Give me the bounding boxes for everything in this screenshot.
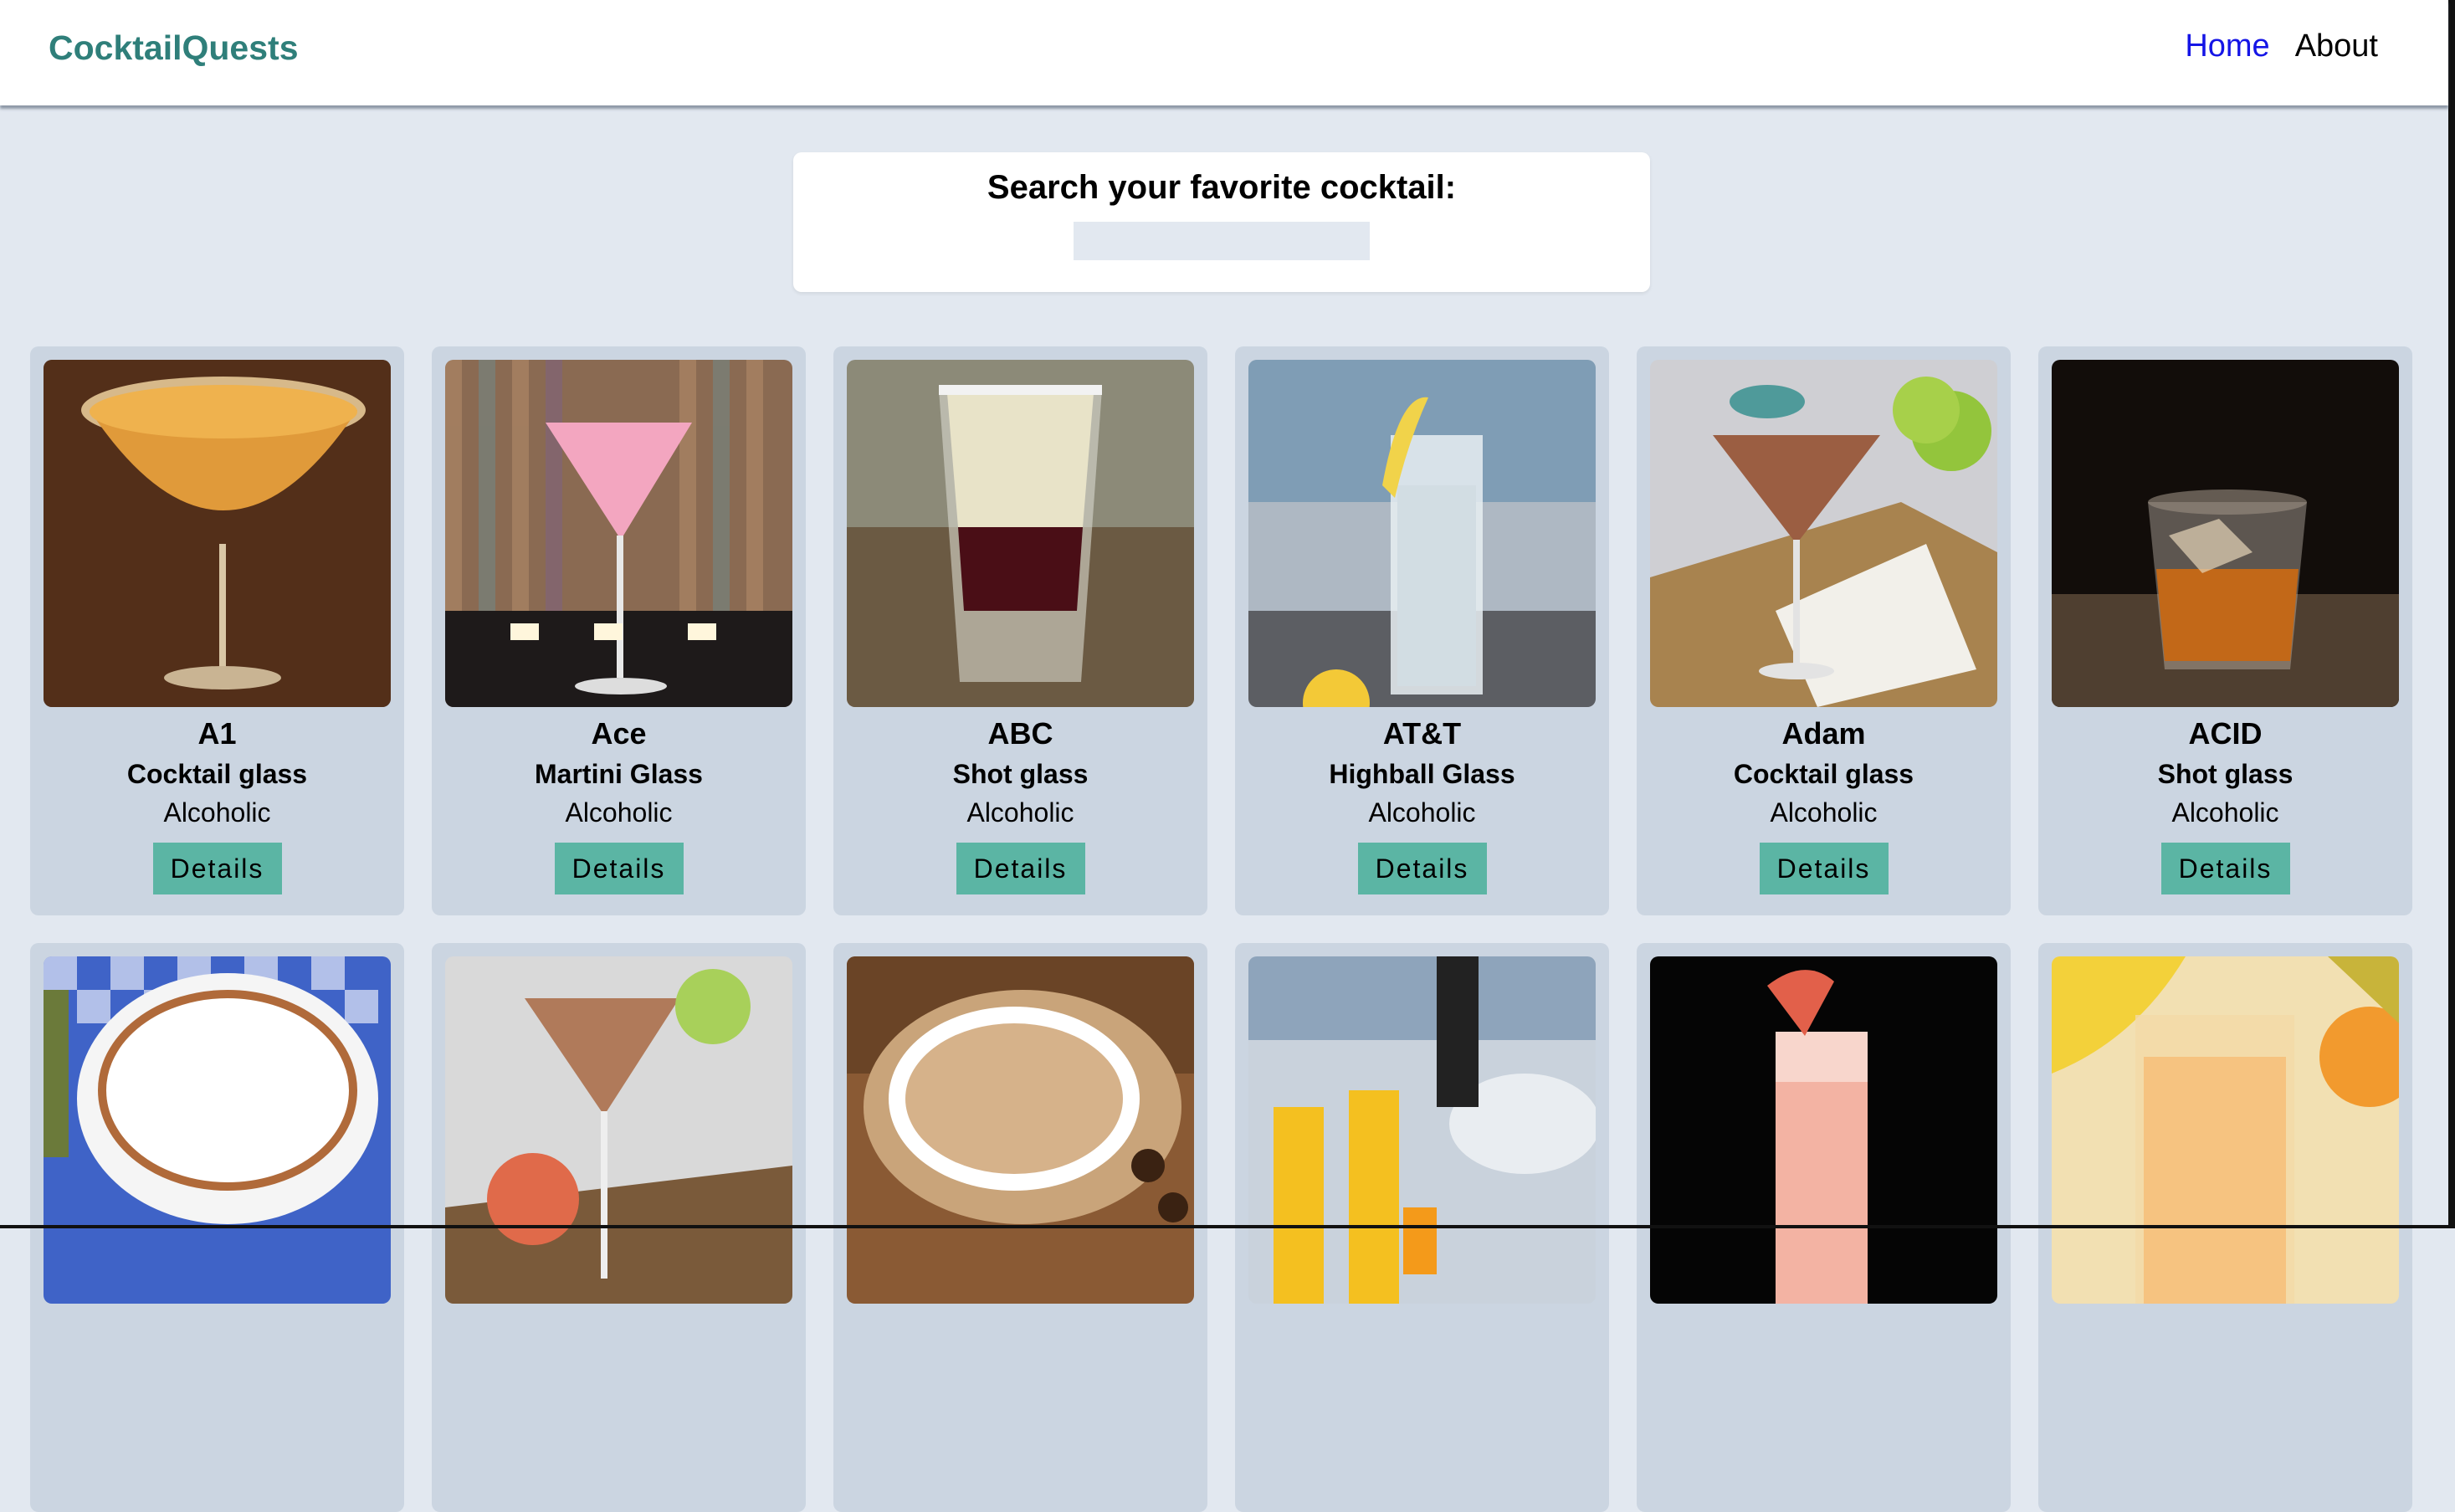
details-button[interactable]: Details [554, 843, 684, 894]
cocktail-image[interactable] [1248, 956, 1596, 1304]
drink-name: AT&T [1382, 716, 1462, 751]
drink-name: ABC [987, 716, 1053, 751]
drink-type: Alcoholic [966, 797, 1074, 828]
cocktail-image[interactable] [847, 360, 1194, 707]
drink-glass: Shot glass [2157, 759, 2294, 789]
details-button[interactable]: Details [1357, 843, 1487, 894]
cocktail-image[interactable] [445, 956, 792, 1304]
nav-links: Home About [2185, 28, 2378, 64]
drink-glass: Cocktail glass [126, 759, 308, 789]
drink-name: ACID [2188, 716, 2263, 751]
search-panel: Search your favorite cocktail: [793, 152, 1650, 292]
cocktail-grid: A1 Cocktail glass Alcoholic Details Ace … [30, 346, 2412, 1512]
details-button[interactable]: Details [1759, 843, 1889, 894]
drink-type: Alcoholic [1770, 797, 1878, 828]
brand-logo[interactable]: CocktailQuests [49, 28, 299, 68]
drink-type: Alcoholic [1368, 797, 1476, 828]
drink-name: A1 [197, 716, 237, 751]
cocktail-image[interactable] [2052, 360, 2399, 707]
cocktail-card: AT&T Highball Glass Alcoholic Details [1235, 346, 1609, 915]
cocktail-image[interactable] [445, 360, 792, 707]
drink-type: Alcoholic [163, 797, 271, 828]
drink-name: Ace [591, 716, 647, 751]
cocktail-image[interactable] [847, 956, 1194, 1304]
drink-glass: Martini Glass [535, 759, 703, 789]
cocktail-card: ABC Shot glass Alcoholic Details [833, 346, 1207, 915]
cocktail-image[interactable] [2052, 956, 2399, 1304]
details-button[interactable]: Details [956, 843, 1085, 894]
drink-glass: Cocktail glass [1733, 759, 1914, 789]
drink-type: Alcoholic [2171, 797, 2279, 828]
cocktail-card: A1 Cocktail glass Alcoholic Details [30, 346, 404, 915]
window-edge [2448, 0, 2455, 1228]
cocktail-image[interactable] [1248, 360, 1596, 707]
search-input[interactable] [1074, 222, 1370, 260]
drink-name: Adam [1781, 716, 1866, 751]
drink-glass: Shot glass [952, 759, 1089, 789]
cocktail-image[interactable] [1650, 956, 1997, 1304]
details-button[interactable]: Details [152, 843, 282, 894]
cocktail-image[interactable] [1650, 360, 1997, 707]
nav-link-about[interactable]: About [2295, 28, 2378, 64]
cocktail-card: ACID Shot glass Alcoholic Details [2038, 346, 2412, 915]
cocktail-image[interactable] [44, 360, 391, 707]
details-button[interactable]: Details [2160, 843, 2290, 894]
nav-link-home[interactable]: Home [2185, 28, 2269, 64]
drink-type: Alcoholic [565, 797, 673, 828]
cocktail-image[interactable] [44, 956, 391, 1304]
cocktail-card: Adam Cocktail glass Alcoholic Details [1637, 346, 2011, 915]
search-label: Search your favorite cocktail: [987, 169, 1457, 206]
drink-glass: Highball Glass [1329, 759, 1515, 789]
cocktail-card: Ace Martini Glass Alcoholic Details [432, 346, 806, 915]
navbar: CocktailQuests Home About [0, 0, 2448, 105]
window-edge-bottom [0, 1225, 2455, 1228]
